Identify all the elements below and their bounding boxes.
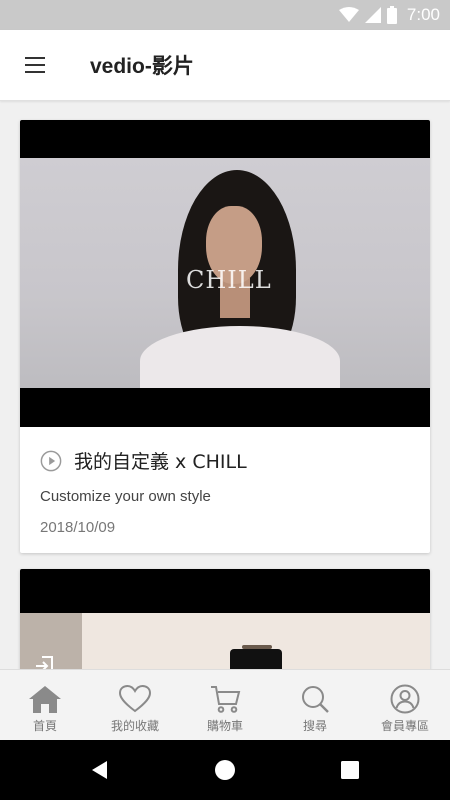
status-bar: 7:00 xyxy=(0,0,450,30)
video-subtitle: Customize your own style xyxy=(40,488,211,505)
video-title: 我的自定義 x CHILL xyxy=(74,451,247,473)
nav-label-favorites: 我的收藏 xyxy=(110,719,159,733)
recents-icon[interactable] xyxy=(341,760,359,780)
bottom-nav: 首頁 我的收藏 購物車 搜尋 會員專區 xyxy=(0,669,450,740)
video-overlay-text: CHILL xyxy=(186,266,272,294)
nav-item-favorites[interactable]: 我的收藏 xyxy=(90,670,180,740)
nav-label-cart: 購物車 xyxy=(206,719,243,733)
nav-item-cart[interactable]: 購物車 xyxy=(180,670,270,740)
wifi-icon xyxy=(338,7,359,22)
video-date: 2018/10/09 xyxy=(40,519,116,536)
home-icon xyxy=(29,686,61,713)
video-thumbnail[interactable]: CHILL xyxy=(20,120,430,427)
heart-icon xyxy=(118,684,152,713)
account-icon xyxy=(390,684,420,714)
back-icon[interactable] xyxy=(90,760,110,780)
play-circle-icon xyxy=(40,450,62,471)
menu-icon[interactable] xyxy=(24,54,46,76)
cart-icon xyxy=(211,686,241,713)
system-nav-bar xyxy=(0,740,450,800)
nav-label-account: 會員專區 xyxy=(380,719,429,733)
search-icon xyxy=(302,686,329,713)
app-bar: vedio-影片 xyxy=(0,30,450,101)
video-frame-image: CHILL xyxy=(20,158,430,388)
status-time: 7:00 xyxy=(406,5,440,24)
nav-item-home[interactable]: 首頁 xyxy=(0,670,90,740)
nav-label-home: 首頁 xyxy=(32,719,57,733)
signal-icon xyxy=(364,7,381,23)
nav-item-account[interactable]: 會員專區 xyxy=(360,670,450,740)
nav-label-search: 搜尋 xyxy=(302,719,327,733)
video-card[interactable]: CHILL 我的自定義 x CHILL Customize your own s… xyxy=(20,120,430,553)
nav-item-search[interactable]: 搜尋 xyxy=(270,670,360,740)
battery-icon xyxy=(386,6,397,24)
home-button-icon[interactable] xyxy=(214,760,236,780)
page-title: vedio-影片 xyxy=(90,55,194,78)
